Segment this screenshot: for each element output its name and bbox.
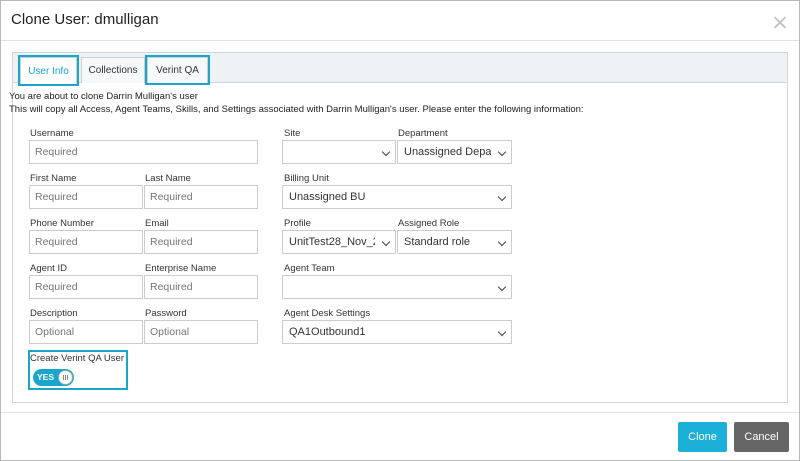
intro-line-1: You are about to clone Darrin Mulligan's… — [9, 91, 198, 102]
tab-bar: User Info Collections Verint QA — [13, 53, 787, 86]
dialog-header: Clone User: dmulligan — [1, 1, 799, 41]
last-name-input[interactable] — [144, 185, 258, 209]
site-select[interactable] — [282, 140, 396, 164]
first-name-input[interactable] — [29, 185, 143, 209]
assigned-role-select[interactable]: Standard role — [397, 230, 512, 254]
agent-id-label: Agent ID — [30, 263, 67, 274]
agent-desk-settings-label: Agent Desk Settings — [284, 308, 371, 319]
billing-unit-value: Unassigned BU — [289, 191, 366, 203]
clone-user-dialog: Clone User: dmulligan User Info Collecti… — [0, 0, 800, 461]
chevron-down-icon — [381, 147, 391, 157]
profile-select[interactable]: UnitTest28_Nov_2( — [282, 230, 396, 254]
profile-value: UnitTest28_Nov_2( — [289, 236, 375, 248]
enterprise-name-label: Enterprise Name — [145, 263, 217, 274]
toggle-knob — [58, 370, 73, 385]
verint-qa-toggle[interactable]: YES — [33, 369, 74, 386]
description-label: Description — [30, 308, 78, 319]
phone-number-label: Phone Number — [30, 218, 94, 229]
tab-collections[interactable]: Collections — [81, 57, 145, 83]
phone-number-input[interactable] — [29, 230, 143, 254]
chevron-down-icon — [497, 282, 507, 292]
clone-button[interactable]: Clone — [678, 422, 727, 452]
profile-label: Profile — [284, 218, 311, 229]
email-input[interactable] — [144, 230, 258, 254]
description-input[interactable] — [29, 320, 143, 344]
assigned-role-label: Assigned Role — [398, 218, 460, 229]
tab-verint-qa[interactable]: Verint QA — [145, 55, 210, 85]
chevron-down-icon — [497, 192, 507, 202]
assigned-role-value: Standard role — [404, 236, 471, 248]
department-select[interactable]: Unassigned Depart — [397, 140, 512, 164]
email-label: Email — [145, 218, 169, 229]
department-label: Department — [398, 128, 448, 139]
last-name-label: Last Name — [145, 173, 191, 184]
billing-unit-label: Billing Unit — [284, 173, 329, 184]
tab-user-info[interactable]: User Info — [18, 55, 79, 86]
enterprise-name-input[interactable] — [144, 275, 258, 299]
department-value: Unassigned Depart — [404, 146, 491, 158]
toggle-state-text: YES — [37, 372, 55, 382]
intro-line-2: This will copy all Access, Agent Teams, … — [9, 104, 584, 115]
chevron-down-icon — [497, 147, 507, 157]
chevron-down-icon — [497, 237, 507, 247]
agent-desk-settings-value: QA1Outbound1 — [289, 326, 366, 338]
agent-team-select[interactable] — [282, 275, 512, 299]
username-input[interactable] — [29, 140, 258, 164]
chevron-down-icon — [381, 237, 391, 247]
footer-divider — [1, 412, 799, 413]
verint-qa-toggle-label: Create Verint QA User — [30, 353, 124, 364]
password-input[interactable] — [144, 320, 258, 344]
cancel-button[interactable]: Cancel — [734, 422, 789, 452]
close-icon[interactable] — [773, 9, 787, 31]
password-label: Password — [145, 308, 187, 319]
grip-icon — [63, 375, 68, 380]
agent-team-label: Agent Team — [284, 263, 335, 274]
agent-id-input[interactable] — [29, 275, 143, 299]
username-label: Username — [30, 128, 74, 139]
billing-unit-select[interactable]: Unassigned BU — [282, 185, 512, 209]
agent-desk-settings-select[interactable]: QA1Outbound1 — [282, 320, 512, 344]
first-name-label: First Name — [30, 173, 77, 184]
chevron-down-icon — [497, 327, 507, 337]
site-label: Site — [284, 128, 301, 139]
dialog-title: Clone User: dmulligan — [11, 11, 159, 28]
